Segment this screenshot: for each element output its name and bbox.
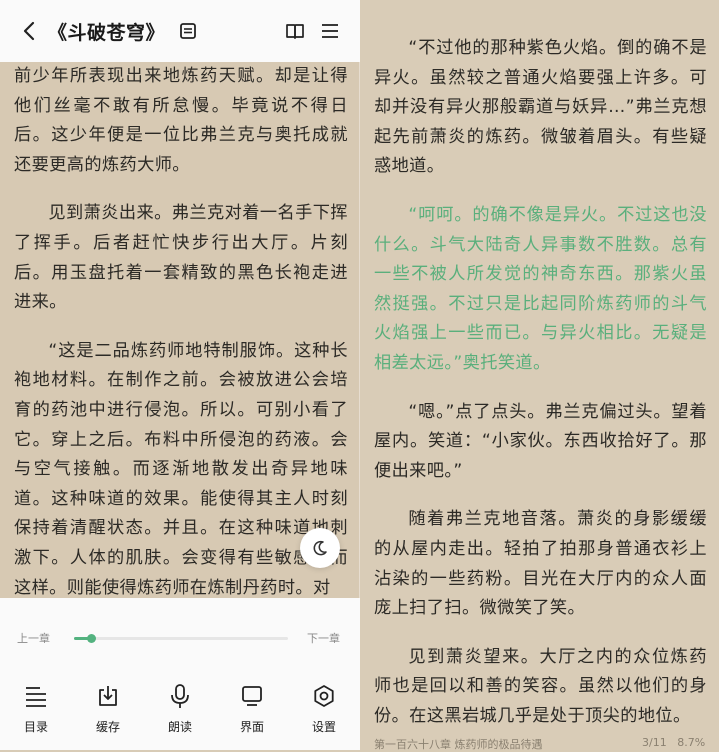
right-reading-page: “不过他的那种紫色火焰。倒的确不是异火。虽然较之普通火焰要强上许多。可却并没有异… xyxy=(360,0,719,750)
notes-button[interactable] xyxy=(177,20,199,42)
page-number: 3/11 xyxy=(642,736,667,749)
moon-icon xyxy=(313,540,327,556)
chapter-progress: 上一章 下一章 xyxy=(0,628,360,648)
paragraph: 见到萧炎出来。弗兰克对着一名手下挥了挥手。后者赶忙快步行出大厅。片刻后。用玉盘托… xyxy=(14,203,348,313)
read-aloud-button[interactable]: 朗读 xyxy=(144,682,216,735)
right-page-text: “不过他的那种紫色火焰。倒的确不是异火。虽然较之普通火焰要强上许多。可却并没有异… xyxy=(374,34,707,750)
open-book-icon xyxy=(286,24,304,39)
toolbar-label: 缓存 xyxy=(95,720,120,734)
chevron-left-icon xyxy=(23,21,35,41)
reader-toolbar: 目录 缓存 朗读 界面 设置 xyxy=(0,682,360,735)
gear-icon xyxy=(314,685,334,707)
prev-chapter-button[interactable]: 上一章 xyxy=(17,630,50,646)
menu-icon xyxy=(322,24,338,38)
book-detail-button[interactable] xyxy=(284,20,306,42)
night-mode-button[interactable] xyxy=(300,528,340,568)
back-button[interactable] xyxy=(18,20,40,42)
toolbar-label: 朗读 xyxy=(167,720,192,734)
progress-handle[interactable] xyxy=(87,634,96,643)
note-icon xyxy=(180,23,196,39)
paragraph: “这是二品炼药师地特制服饰。这种长袍地材料。在制作之前。会被放进公会培育的药池中… xyxy=(14,340,348,598)
paragraph: 见到萧炎望来。大厅之内的众位炼药师也是回以和善的笑容。虽然以他们的身份。在这黑岩… xyxy=(374,646,707,726)
read-percent: 8.7% xyxy=(677,736,706,749)
list-icon xyxy=(26,687,46,707)
book-title: 《斗破苍穹》 xyxy=(48,21,166,44)
display-icon xyxy=(242,686,262,706)
more-menu-button[interactable] xyxy=(319,20,341,42)
highlighted-paragraph[interactable]: “呵呵。的确不像是异火。不过这也没什么。斗气大陆奇人异事数不胜数。总有一些不被人… xyxy=(374,201,707,379)
toolbar-label: 设置 xyxy=(311,720,336,734)
page-indicator: 3/11 8.7% xyxy=(642,736,705,749)
microphone-icon xyxy=(171,684,189,708)
settings-button[interactable]: 设置 xyxy=(288,682,360,735)
toc-button[interactable]: 目录 xyxy=(0,682,72,735)
progress-slider[interactable] xyxy=(74,634,288,643)
cache-button[interactable]: 缓存 xyxy=(72,682,144,735)
next-chapter-button[interactable]: 下一章 xyxy=(307,630,340,646)
download-icon xyxy=(99,686,117,706)
paragraph: “不过他的那种紫色火焰。倒的确不是异火。虽然较之普通火焰要强上许多。可却并没有异… xyxy=(374,38,707,177)
reader-bottom-panel: 上一章 下一章 目录 缓存 朗读 界面 设置 xyxy=(0,598,360,750)
display-button[interactable]: 界面 xyxy=(216,682,288,735)
paragraph: 随着弗兰克地音落。萧炎的身影缓缓的从屋内走出。轻拍了拍那身普通衣衫上沾染的一些药… xyxy=(374,509,707,619)
paragraph: “嗯。”点了点头。弗兰克偏过头。望着屋内。笑道：“小家伙。东西收拾好了。那便出来… xyxy=(374,401,707,481)
reader-top-bar: 《斗破苍穹》 xyxy=(0,0,360,62)
toolbar-label: 目录 xyxy=(23,720,48,734)
toolbar-label: 界面 xyxy=(239,720,264,734)
left-page-text: 前少年所表现出来地炼药天赋。却是让得他们丝毫不敢有所怠慢。毕竟说不得日后。这少年… xyxy=(14,62,348,622)
paragraph: 前少年所表现出来地炼药天赋。却是让得他们丝毫不敢有所怠慢。毕竟说不得日后。这少年… xyxy=(14,66,348,175)
